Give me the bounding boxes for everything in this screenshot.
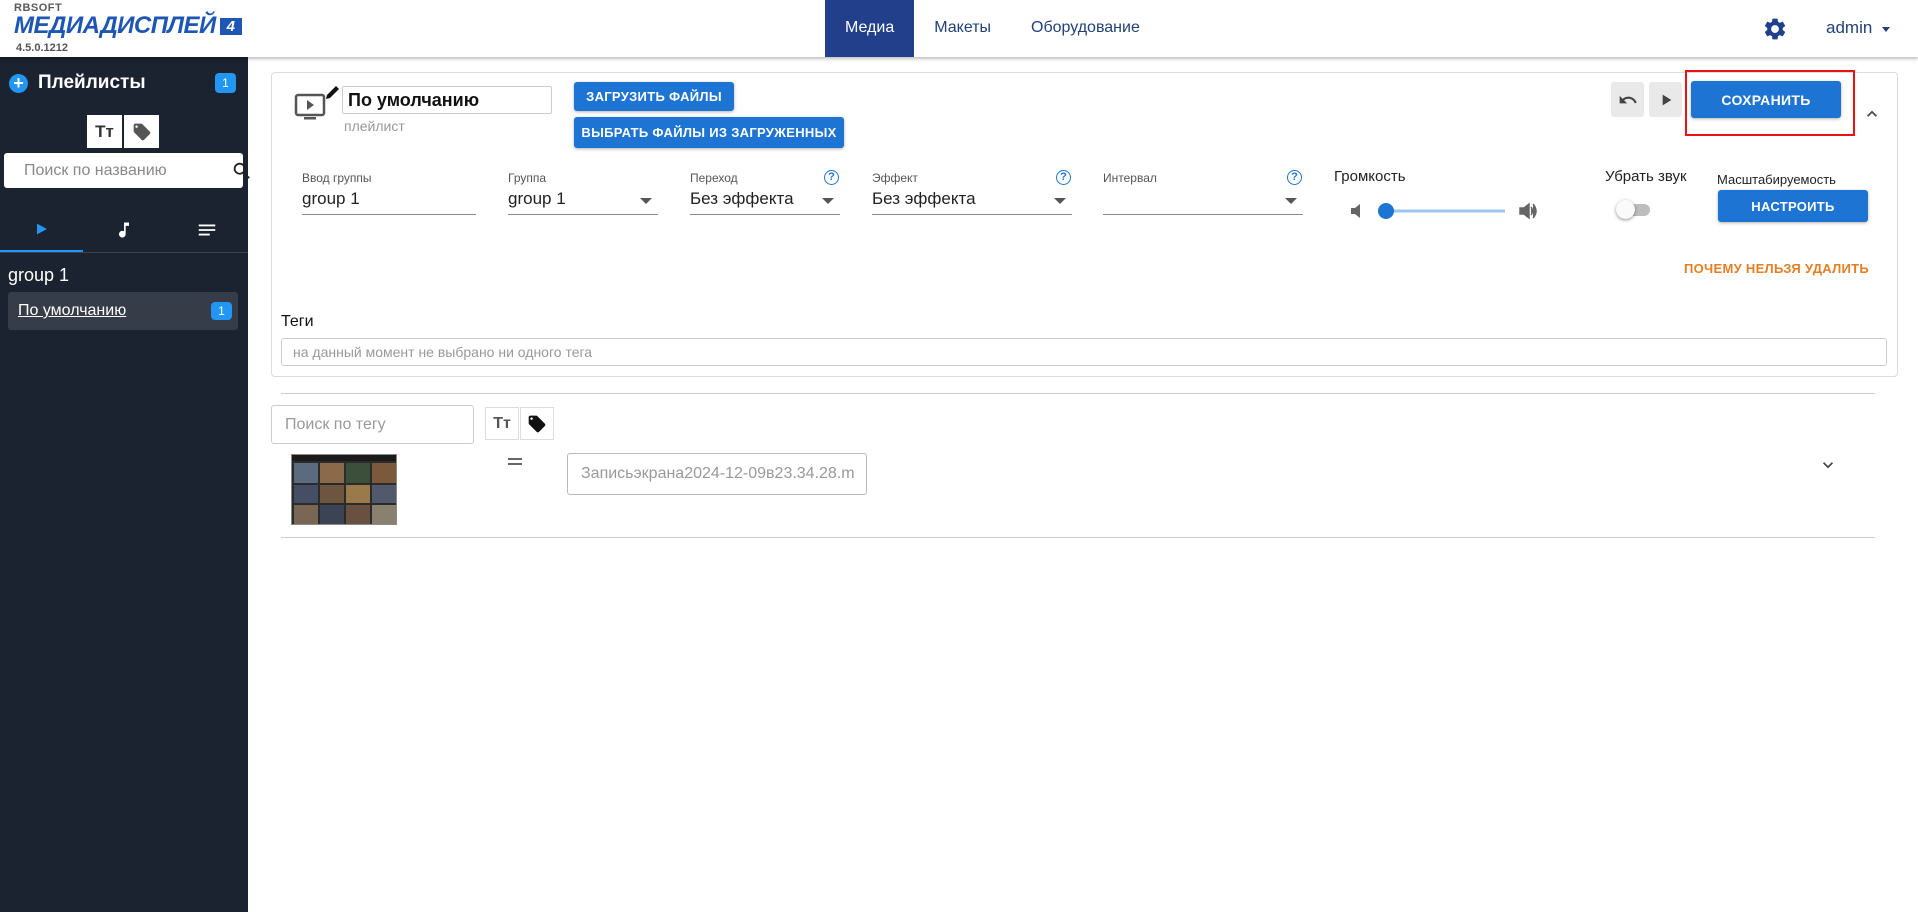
effect-field[interactable]: Без эффекта bbox=[872, 189, 1072, 215]
sidebar-item-count-badge: 1 bbox=[211, 302, 232, 320]
preview-button[interactable] bbox=[1649, 82, 1682, 117]
dropdown-arrow-icon bbox=[640, 198, 652, 204]
text-lines-icon bbox=[198, 224, 215, 235]
user-menu[interactable]: admin bbox=[1826, 18, 1891, 38]
transition-help-icon[interactable]: ? bbox=[824, 170, 839, 185]
volume-slider[interactable] bbox=[1349, 201, 1539, 221]
tab-text[interactable] bbox=[165, 207, 248, 252]
dropdown-arrow-icon bbox=[1054, 198, 1066, 204]
undo-button[interactable] bbox=[1611, 82, 1644, 117]
tab-video[interactable] bbox=[0, 207, 83, 252]
media-tag-filter-button[interactable] bbox=[520, 407, 554, 440]
media-text-filter-button[interactable]: Тт bbox=[485, 407, 519, 440]
transition-label: Переход bbox=[690, 171, 738, 185]
sidebar-item-label: По умолчанию bbox=[18, 302, 127, 319]
dropdown-arrow-icon bbox=[1285, 198, 1297, 204]
volume-high-icon bbox=[1519, 202, 1537, 220]
nav-media[interactable]: Медиа bbox=[825, 0, 915, 57]
tag-search-input[interactable]: Поиск по тегу bbox=[271, 405, 474, 444]
music-note-icon bbox=[119, 222, 129, 238]
sidebar-tabs bbox=[0, 207, 248, 252]
search-icon[interactable] bbox=[231, 160, 253, 182]
user-name: admin bbox=[1826, 18, 1873, 37]
drag-handle-icon[interactable] bbox=[508, 457, 522, 467]
transition-select[interactable]: Переход Без эффекта bbox=[690, 171, 840, 215]
tags-label: Теги bbox=[281, 313, 314, 330]
mute-toggle[interactable] bbox=[1616, 199, 1652, 219]
app-logo[interactable]: RBSOFT МЕДИАДИСПЛЕЙ 4 4.5.0.1212 bbox=[14, 2, 242, 54]
logo-main: МЕДИАДИСПЛЕЙ 4 bbox=[14, 12, 242, 40]
play-icon bbox=[37, 223, 48, 234]
nav-equipment[interactable]: Оборудование bbox=[1011, 0, 1160, 57]
sidebar-item-default-playlist[interactable]: По умолчанию 1 bbox=[8, 292, 238, 330]
section-divider bbox=[281, 393, 1875, 394]
tags-input[interactable]: на данный момент не выбрано ни одного те… bbox=[281, 338, 1887, 366]
text-filter-button[interactable]: Тт bbox=[87, 115, 122, 148]
playlist-settings-card: плейлист ЗАГРУЗИТЬ ФАЙЛЫ ВЫБРАТЬ ФАЙЛЫ И… bbox=[271, 70, 1898, 377]
mute-label: Убрать звук bbox=[1605, 168, 1687, 185]
playlist-group-label: group 1 bbox=[8, 265, 70, 285]
group-input-field[interactable]: Ввод группы group 1 bbox=[302, 171, 476, 215]
playlist-name-input[interactable] bbox=[342, 86, 552, 114]
playlist-search-input[interactable] bbox=[4, 154, 231, 187]
volume-label: Громкость bbox=[1334, 168, 1406, 185]
chevron-up-icon[interactable] bbox=[1862, 104, 1882, 124]
why-cannot-delete-link[interactable]: ПОЧЕМУ НЕЛЬЗЯ УДАЛИТЬ bbox=[1684, 261, 1869, 276]
mute-toggle-knob bbox=[1616, 200, 1635, 219]
app-version: 4.5.0.1212 bbox=[16, 42, 68, 54]
playlist-edit-icon[interactable] bbox=[294, 81, 340, 123]
play-icon bbox=[1662, 94, 1671, 105]
effect-help-icon[interactable]: ? bbox=[1056, 170, 1071, 185]
media-file-name-input[interactable]: Записьэкрана2024-12-09в23.34.28.m bbox=[567, 453, 867, 495]
playlist-count-badge: 1 bbox=[215, 73, 236, 93]
interval-select[interactable]: Интервал bbox=[1103, 171, 1303, 215]
scaling-label: Масштабируемость bbox=[1717, 172, 1836, 187]
interval-field[interactable] bbox=[1103, 189, 1303, 215]
media-list-divider bbox=[281, 537, 1875, 538]
group-select-field[interactable]: group 1 bbox=[508, 189, 658, 215]
logo-version-badge: 4 bbox=[219, 17, 242, 35]
caret-down-icon bbox=[1882, 26, 1891, 32]
tag-filter-button[interactable] bbox=[124, 115, 159, 148]
tab-audio[interactable] bbox=[83, 207, 166, 252]
group-select[interactable]: Группа group 1 bbox=[508, 171, 658, 215]
choose-uploaded-files-button[interactable]: ВЫБРАТЬ ФАЙЛЫ ИЗ ЗАГРУЖЕННЫХ bbox=[574, 117, 844, 148]
app-header: RBSOFT МЕДИАДИСПЛЕЙ 4 4.5.0.1212 Медиа М… bbox=[0, 0, 1918, 57]
gear-icon[interactable] bbox=[1762, 16, 1788, 42]
interval-help-icon[interactable]: ? bbox=[1287, 170, 1302, 185]
transition-value: Без эффекта bbox=[690, 189, 794, 208]
media-thumbnail[interactable] bbox=[291, 454, 397, 525]
volume-low-icon bbox=[1351, 204, 1360, 218]
nav-layouts[interactable]: Макеты bbox=[914, 0, 1011, 57]
dropdown-arrow-icon bbox=[822, 198, 834, 204]
media-filter-tools: Тт bbox=[485, 407, 554, 440]
logo-app-name: МЕДИАДИСПЛЕЙ bbox=[14, 12, 216, 39]
chevron-down-icon[interactable] bbox=[1818, 455, 1838, 475]
sidebar-header: + Плейлисты bbox=[9, 72, 146, 94]
save-button[interactable]: СОХРАНИТЬ bbox=[1691, 81, 1841, 118]
add-playlist-icon[interactable]: + bbox=[9, 73, 28, 93]
undo-icon bbox=[1619, 95, 1637, 103]
group-input-label: Ввод группы bbox=[302, 171, 372, 185]
sidebar-divider bbox=[0, 252, 248, 253]
transition-field[interactable]: Без эффекта bbox=[690, 189, 840, 215]
effect-value: Без эффекта bbox=[872, 189, 976, 208]
sidebar-filter-tools: Тт bbox=[87, 115, 159, 148]
tag-icon bbox=[528, 415, 546, 432]
effect-label: Эффект bbox=[872, 171, 918, 185]
volume-thumb bbox=[1378, 203, 1394, 219]
main-nav: Медиа Макеты Оборудование bbox=[825, 0, 1160, 57]
group-select-value: group 1 bbox=[508, 189, 566, 208]
playlist-subtitle: плейлист bbox=[344, 118, 405, 134]
playlist-search bbox=[4, 153, 250, 188]
group-input-value[interactable]: group 1 bbox=[302, 189, 476, 215]
sidebar: + Плейлисты 1 Тт group 1 По умолчанию 1 bbox=[0, 57, 250, 912]
interval-label: Интервал bbox=[1103, 171, 1157, 185]
configure-scaling-button[interactable]: НАСТРОИТЬ bbox=[1718, 190, 1868, 222]
tag-icon bbox=[133, 123, 150, 140]
effect-select[interactable]: Эффект Без эффекта bbox=[872, 171, 1072, 215]
group-select-label: Группа bbox=[508, 171, 547, 185]
sidebar-title: Плейлисты bbox=[38, 72, 146, 93]
upload-files-button[interactable]: ЗАГРУЗИТЬ ФАЙЛЫ bbox=[574, 82, 734, 111]
